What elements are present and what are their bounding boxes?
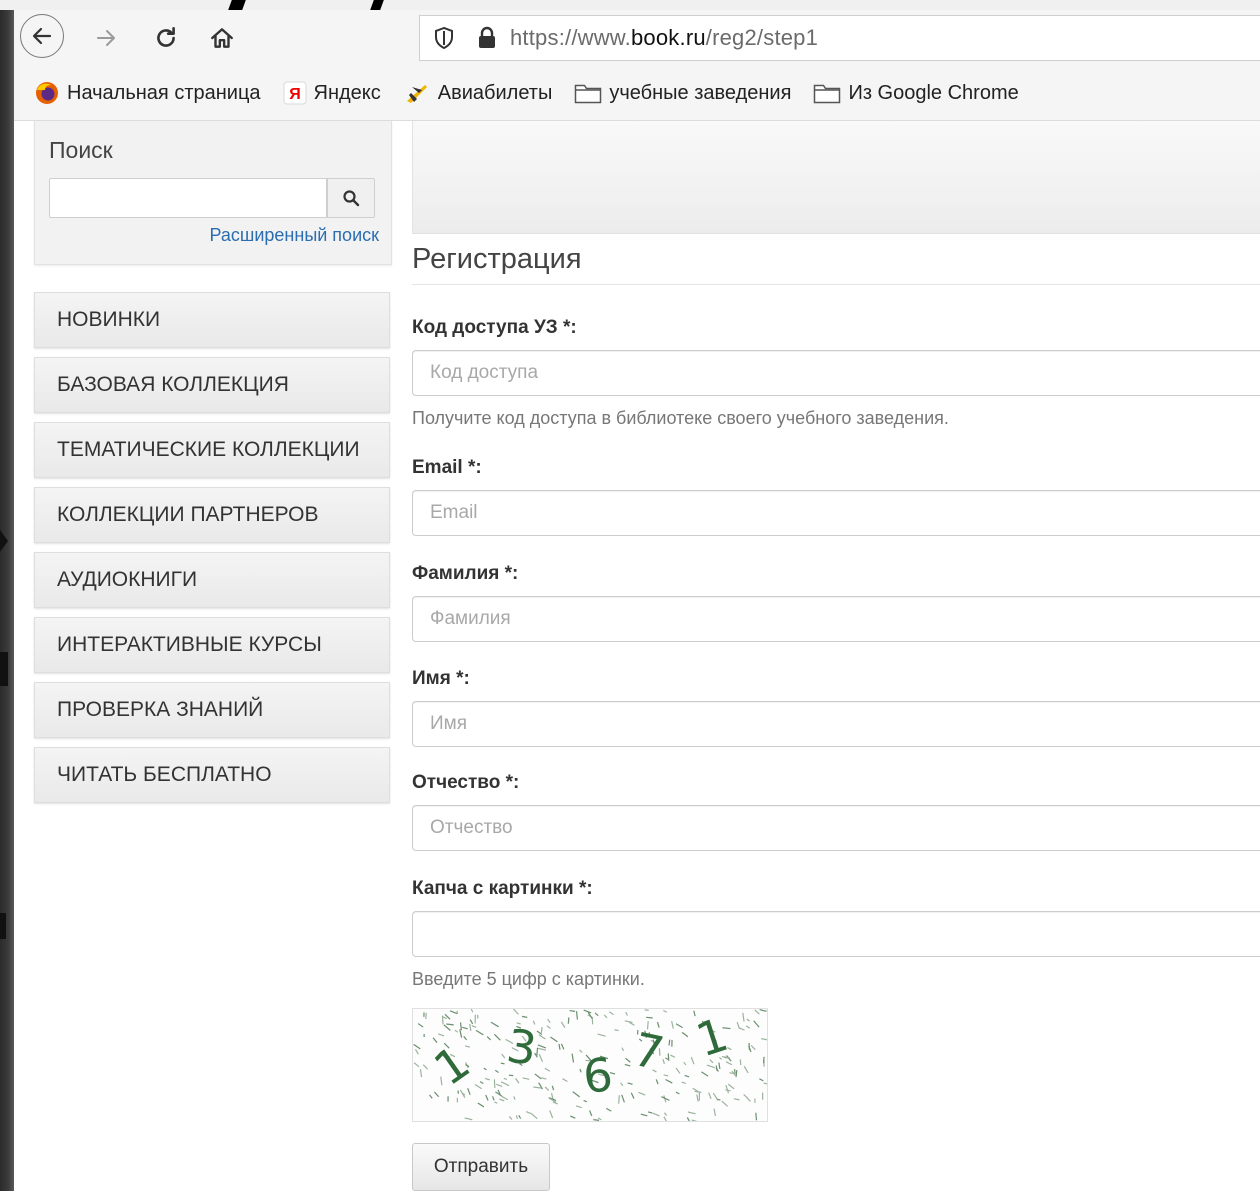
search-panel: Поиск Расширенный поиск	[34, 121, 392, 265]
surname-field[interactable]	[412, 596, 1260, 642]
address-bar[interactable]: https://www.book.ru/reg2/step1	[419, 15, 1260, 61]
sidebar-item-thematic-collections[interactable]: ТЕМАТИЧЕСКИЕ КОЛЛЕКЦИИ	[34, 422, 390, 478]
forward-arrow-icon	[97, 30, 115, 46]
home-button[interactable]	[200, 16, 244, 60]
bookmarks-bar: Начальная страница Я Яндекс Авиабилеты у…	[14, 66, 1260, 121]
captcha-label: Капча с картинки *:	[412, 878, 593, 899]
search-icon	[343, 190, 360, 207]
browser-toolbar: https://www.book.ru/reg2/step1	[14, 10, 1260, 66]
header-banner	[412, 121, 1260, 234]
captcha-image: 13671	[412, 1007, 771, 1123]
email-label: Email *:	[412, 457, 482, 478]
sidebar-menu: НОВИНКИ БАЗОВАЯ КОЛЛЕКЦИЯ ТЕМАТИЧЕСКИЕ К…	[34, 292, 390, 812]
lock-icon	[479, 26, 495, 48]
folder-icon	[575, 84, 602, 104]
sidebar-item-partner-collections[interactable]: КОЛЛЕКЦИИ ПАРТНЕРОВ	[34, 487, 390, 543]
airplane-icon	[406, 85, 427, 103]
captcha-digit: 1	[690, 1009, 735, 1067]
slide-arrow-mark	[0, 530, 8, 552]
sidebar-item-base-collection[interactable]: БАЗОВАЯ КОЛЛЕКЦИЯ	[34, 357, 390, 413]
reload-button[interactable]	[144, 16, 188, 60]
bookmark-avia[interactable]: Авиабилеты	[403, 79, 552, 107]
captcha-digit: 3	[503, 1018, 540, 1076]
captcha-help: Введите 5 цифр с картинки.	[412, 969, 645, 989]
bookmark-home-page[interactable]: Начальная страница	[34, 80, 261, 106]
sidebar-item-audiobooks[interactable]: АУДИОКНИГИ	[34, 552, 390, 608]
back-arrow-icon	[32, 27, 52, 45]
slide-bar-mark	[0, 652, 8, 686]
captcha-digit: 6	[581, 1047, 616, 1104]
captcha-field[interactable]	[412, 911, 1260, 957]
search-button[interactable]	[327, 178, 375, 218]
sidebar-item-interactive-courses[interactable]: ИНТЕРАКТИВНЫЕ КУРСЫ	[34, 617, 390, 673]
slide-left-edge	[0, 0, 14, 1191]
submit-button[interactable]: Отправить	[412, 1143, 550, 1191]
surname-label: Фамилия *:	[412, 563, 519, 584]
advanced-search-link[interactable]: Расширенный поиск	[210, 225, 380, 246]
forward-button[interactable]	[84, 16, 128, 60]
search-input[interactable]	[49, 178, 327, 218]
sidebar-item-read-free[interactable]: ЧИТАТЬ БЕСПЛАТНО	[34, 747, 390, 803]
yandex-icon: Я	[283, 81, 307, 105]
sidebar-item-new[interactable]: НОВИНКИ	[34, 292, 390, 348]
reload-icon	[157, 26, 175, 47]
firefox-icon	[36, 82, 58, 104]
url-text: https://www.book.ru/reg2/step1	[510, 25, 819, 50]
patronymic-field[interactable]	[412, 805, 1260, 851]
bookmark-folder-chrome[interactable]: Из Google Chrome	[813, 82, 1019, 105]
bookmark-yandex[interactable]: Я Яндекс	[283, 80, 381, 106]
page-title: Регистрация	[412, 243, 582, 275]
captcha-digit: 1	[424, 1035, 479, 1096]
sidebar-item-knowledge-check[interactable]: ПРОВЕРКА ЗНАНИЙ	[34, 682, 390, 738]
captcha-digit: 7	[629, 1022, 669, 1081]
name-field[interactable]	[412, 701, 1260, 747]
patronymic-label: Отчество *:	[412, 772, 520, 793]
access-code-help: Получите код доступа в библиотеке своего…	[412, 408, 949, 428]
slide-bar-mark	[0, 913, 6, 939]
title-divider	[412, 284, 1260, 285]
shield-icon	[435, 26, 453, 50]
slide-top-edge	[0, 0, 1260, 10]
svg-text:Я: Я	[289, 86, 301, 103]
access-code-label: Код доступа УЗ *:	[412, 317, 577, 338]
access-code-input[interactable]	[412, 350, 1260, 396]
folder-icon	[814, 84, 841, 104]
home-icon	[211, 28, 233, 48]
back-button[interactable]	[20, 14, 64, 58]
name-label: Имя *:	[412, 668, 470, 689]
bookmark-folder-schools[interactable]: учебные заведения	[574, 82, 791, 105]
email-field[interactable]	[412, 490, 1260, 536]
page-content: Поиск Расширенный поиск НОВИНКИ БАЗОВАЯ …	[14, 121, 1260, 1191]
search-title: Поиск	[49, 137, 113, 163]
